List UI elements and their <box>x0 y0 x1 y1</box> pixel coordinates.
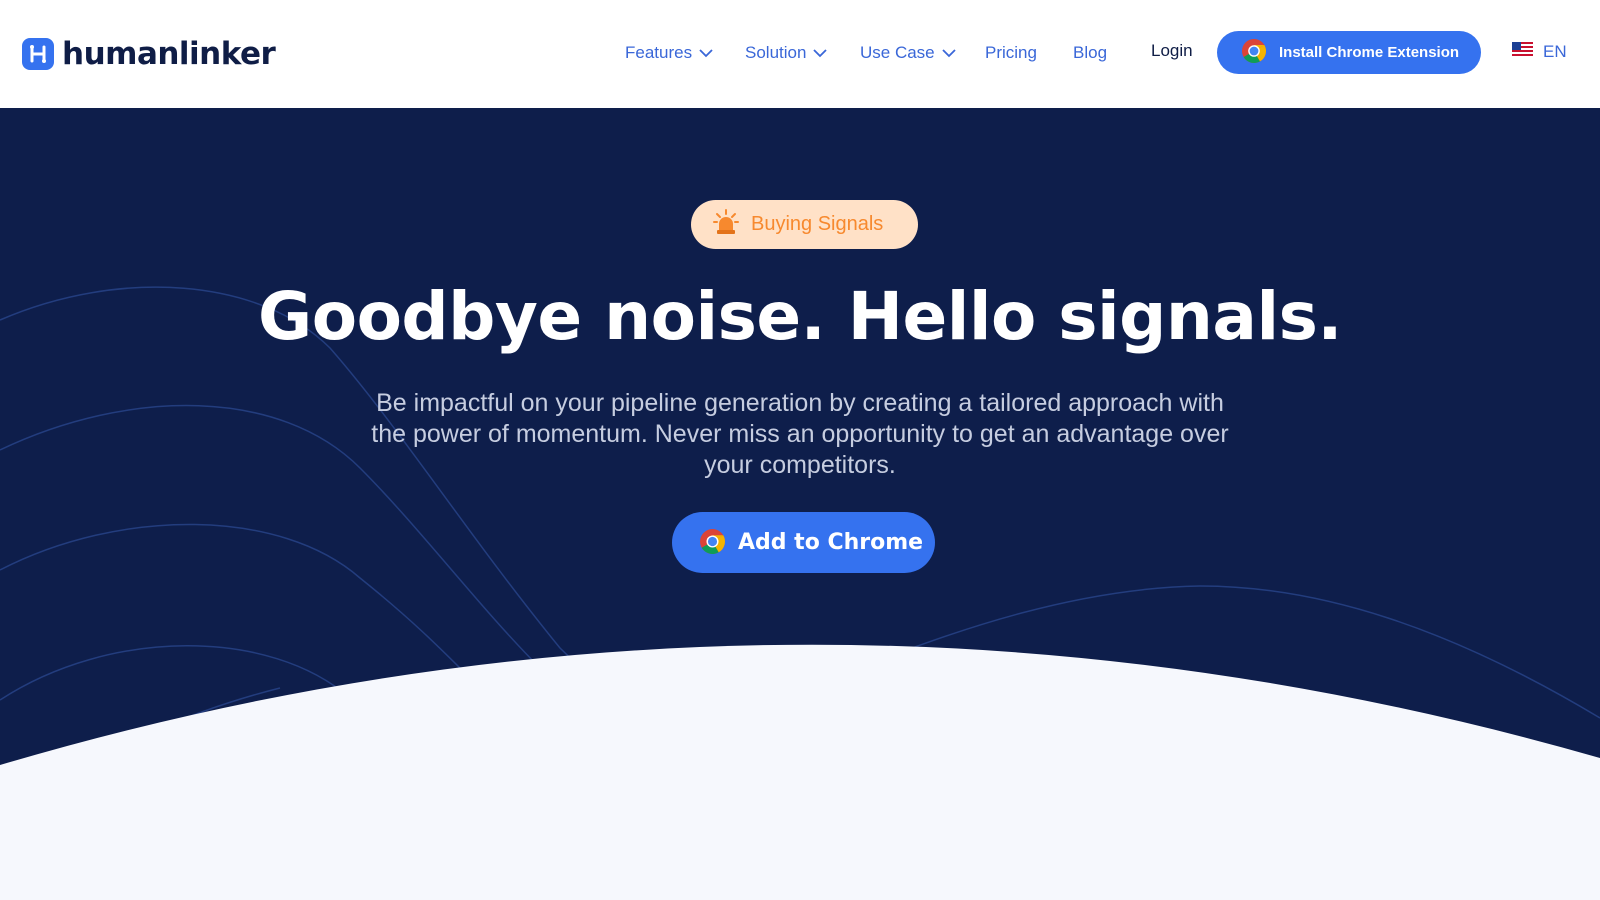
site-header: humanlinker Features Solution Use Case P… <box>0 0 1600 108</box>
nav-item-label: Features <box>625 43 693 62</box>
nav-item-label: Pricing <box>985 43 1037 62</box>
login-link[interactable]: Login <box>1151 41 1193 61</box>
hero-title: Goodbye noise. Hello signals. <box>258 278 1342 355</box>
buying-signals-badge: Buying Signals <box>691 200 918 249</box>
language-code: EN <box>1543 42 1567 61</box>
chevron-down-icon <box>813 48 828 58</box>
add-to-chrome-label: Add to Chrome <box>738 530 924 555</box>
nav-item-use-case[interactable]: Use Case <box>860 43 956 63</box>
nav-item-features[interactable]: Features <box>625 43 713 63</box>
nav-item-solution[interactable]: Solution <box>745 43 828 63</box>
chrome-icon <box>1241 38 1267 67</box>
chevron-down-icon <box>942 48 956 58</box>
language-selector[interactable]: EN <box>1512 42 1567 62</box>
nav-item-label: Blog <box>1073 43 1108 62</box>
hero-section: Buying Signals Goodbye noise. Hello sign… <box>0 108 1600 900</box>
nav-item-label: Use Case <box>860 43 935 62</box>
hero-subtitle: Be impactful on your pipeline generation… <box>371 389 1229 479</box>
chrome-icon <box>699 528 726 558</box>
us-flag-icon <box>1512 42 1533 62</box>
siren-icon <box>713 209 739 240</box>
chevron-down-icon <box>699 48 713 58</box>
badge-label: Buying Signals <box>751 213 884 235</box>
nav-item-pricing[interactable]: Pricing <box>985 43 1037 63</box>
nav-item-blog[interactable]: Blog <box>1073 43 1107 63</box>
humanlinker-logo-icon <box>22 38 54 70</box>
install-button-label: Install Chrome Extension <box>1279 44 1460 61</box>
logo[interactable]: humanlinker <box>22 36 276 72</box>
nav-item-label: Solution <box>745 43 807 62</box>
install-chrome-extension-button[interactable]: Install Chrome Extension <box>1217 31 1481 74</box>
logo-text: humanlinker <box>62 36 276 72</box>
add-to-chrome-button[interactable]: Add to Chrome <box>672 512 935 573</box>
